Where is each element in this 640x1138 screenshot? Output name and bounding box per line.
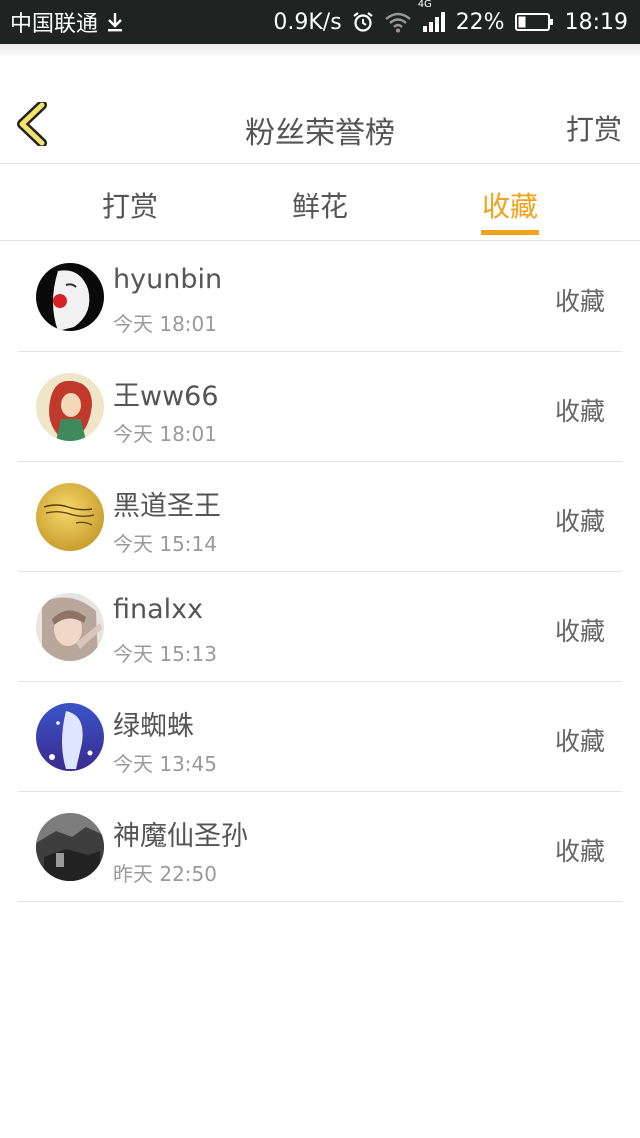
status-right: 0.9K/s 4G 22% 18:19 xyxy=(273,0,628,35)
list-item[interactable]: 黑道圣王 今天 15:14 收藏 xyxy=(18,462,622,572)
clock-time: 18:19 xyxy=(564,9,628,35)
page-title: 粉丝荣誉榜 xyxy=(245,116,395,151)
user-name: 神魔仙圣孙 xyxy=(113,821,248,852)
time-label: 今天 18:01 xyxy=(113,422,217,446)
list-item[interactable]: 王ww66 今天 18:01 收藏 xyxy=(18,352,622,462)
battery-percent: 22% xyxy=(455,9,505,35)
alarm-icon xyxy=(352,11,374,33)
avatar xyxy=(36,373,104,441)
list-item[interactable]: finalxx 今天 15:13 收藏 xyxy=(18,572,622,682)
user-name: finalxx xyxy=(113,594,204,625)
action-type: 收藏 xyxy=(554,287,605,316)
cellular-signal-icon: 4G xyxy=(418,0,446,33)
list-item[interactable]: hyunbin 今天 18:01 收藏 xyxy=(18,242,622,352)
action-type: 收藏 xyxy=(554,507,605,536)
avatar xyxy=(36,813,104,881)
nav-bar: 粉丝荣誉榜 打赏 xyxy=(0,58,640,164)
time-label: 今天 18:01 xyxy=(113,312,217,336)
reward-button[interactable]: 打赏 xyxy=(566,108,622,148)
action-type: 收藏 xyxy=(554,397,605,426)
time-label: 今天 15:14 xyxy=(113,532,217,556)
carrier-name: 中国联通 xyxy=(10,12,99,37)
tab-favorites[interactable]: 收藏 xyxy=(450,185,570,225)
action-type: 收藏 xyxy=(554,727,605,756)
fan-list: hyunbin 今天 18:01 收藏 王ww66 今天 18:01 收藏 黑道… xyxy=(18,242,622,902)
avatar xyxy=(36,263,104,331)
battery-icon xyxy=(514,12,555,32)
time-label: 今天 15:13 xyxy=(113,642,217,666)
list-item[interactable]: 神魔仙圣孙 昨天 22:50 收藏 xyxy=(18,792,622,902)
status-left: 中国联通 xyxy=(10,6,124,38)
network-speed: 0.9K/s xyxy=(273,9,342,35)
tab-reward[interactable]: 打赏 xyxy=(70,185,190,225)
tab-bar: 打赏 鲜花 收藏 xyxy=(0,165,640,241)
download-icon xyxy=(106,11,124,33)
time-label: 今天 13:45 xyxy=(113,752,217,776)
tab-flowers[interactable]: 鲜花 xyxy=(260,185,380,225)
user-name: hyunbin xyxy=(113,264,223,295)
status-shadow xyxy=(0,44,640,58)
action-type: 收藏 xyxy=(554,837,605,866)
status-bar: 中国联通 0.9K/s 4G 22% 18:19 xyxy=(0,0,640,44)
action-type: 收藏 xyxy=(554,617,605,646)
user-name: 黑道圣王 xyxy=(113,491,221,522)
active-tab-indicator xyxy=(481,230,539,235)
user-name: 王ww66 xyxy=(113,381,219,412)
avatar xyxy=(36,703,104,771)
user-name: 绿蜘蛛 xyxy=(113,711,194,742)
time-label: 昨天 22:50 xyxy=(113,862,217,886)
avatar xyxy=(36,593,104,661)
wifi-icon xyxy=(384,11,412,33)
list-item[interactable]: 绿蜘蛛 今天 13:45 收藏 xyxy=(18,682,622,792)
network-type: 4G xyxy=(417,0,432,10)
avatar xyxy=(36,483,104,551)
